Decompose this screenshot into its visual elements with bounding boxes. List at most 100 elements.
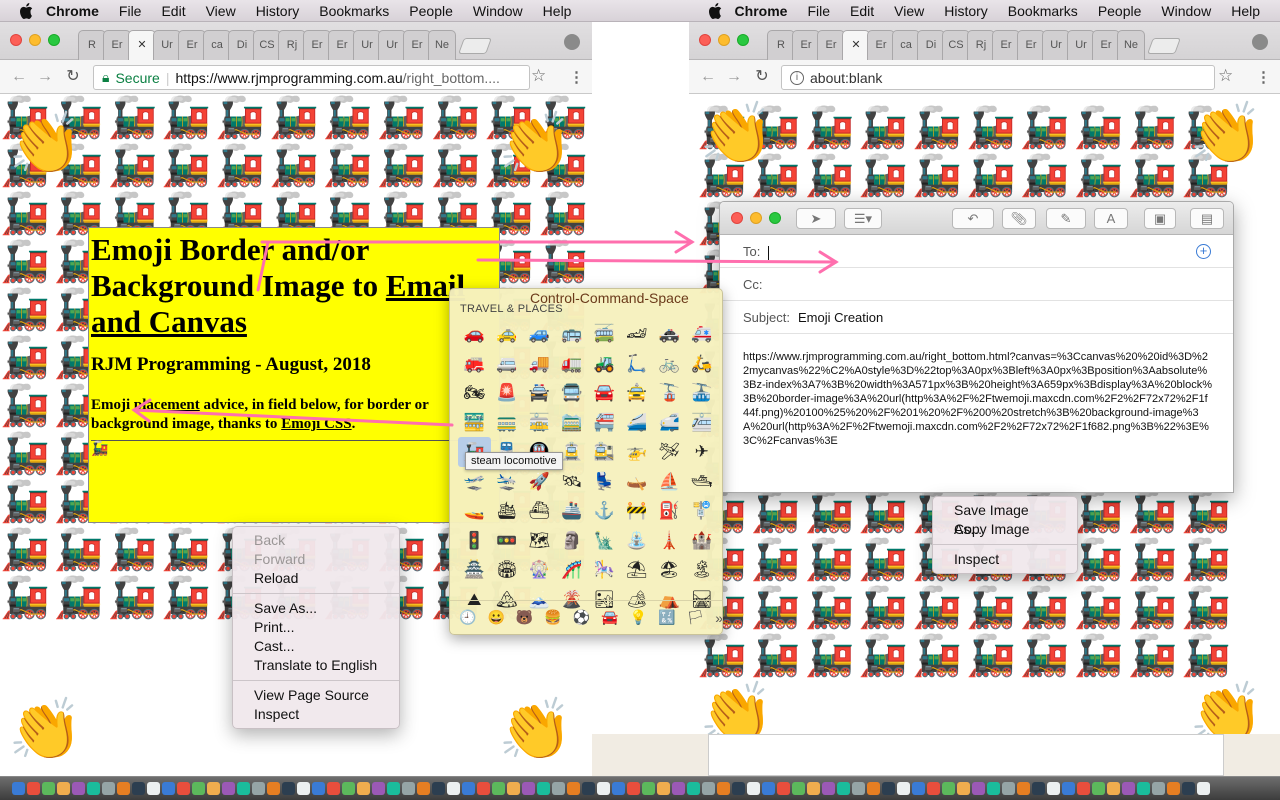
emoji-cell[interactable]: 🚌 bbox=[556, 319, 589, 349]
emoji-cell[interactable]: 🗼 bbox=[653, 526, 686, 556]
dock-app-icon[interactable] bbox=[747, 782, 760, 795]
dock-app-icon[interactable] bbox=[597, 782, 610, 795]
emoji-cell[interactable]: ⛴ bbox=[523, 496, 556, 526]
forward-arrow-icon[interactable]: → bbox=[36, 68, 54, 86]
dock-app-icon[interactable] bbox=[957, 782, 970, 795]
emoji-cell[interactable]: 🚢 bbox=[556, 496, 589, 526]
emoji-cell[interactable]: ⚓ bbox=[588, 496, 621, 526]
emoji-cell[interactable]: ⛵ bbox=[653, 467, 686, 497]
view-page-source-item[interactable]: View Page Source bbox=[233, 686, 399, 705]
tab[interactable]: Er bbox=[303, 30, 331, 60]
save-as-item[interactable]: Save As... bbox=[233, 599, 399, 618]
emoji-cell[interactable]: 🚛 bbox=[556, 349, 589, 379]
dock-app-icon[interactable] bbox=[762, 782, 775, 795]
dock-app-icon[interactable] bbox=[327, 782, 340, 795]
category-icon[interactable]: » bbox=[715, 610, 722, 626]
dock-app-icon[interactable] bbox=[912, 782, 925, 795]
dock-app-icon[interactable] bbox=[57, 782, 70, 795]
menu-file[interactable]: File bbox=[119, 3, 142, 19]
dock-app-icon[interactable] bbox=[147, 782, 160, 795]
emoji-cell[interactable]: 🚤 bbox=[458, 496, 491, 526]
dock-app-icon[interactable] bbox=[1122, 782, 1135, 795]
dock-app-icon[interactable] bbox=[132, 782, 145, 795]
category-icon[interactable]: 🔣 bbox=[658, 609, 675, 626]
close-window-button[interactable] bbox=[699, 34, 711, 46]
emoji-cell[interactable]: 🚏 bbox=[686, 496, 719, 526]
category-icon[interactable]: 😀 bbox=[487, 609, 504, 626]
dock-app-icon[interactable] bbox=[717, 782, 730, 795]
menu-window[interactable]: Window bbox=[1161, 3, 1211, 19]
emoji-cell[interactable]: 🏰 bbox=[686, 526, 719, 556]
tab[interactable]: Er bbox=[992, 30, 1020, 60]
menu-help[interactable]: Help bbox=[1231, 3, 1260, 19]
format-icon[interactable]: A bbox=[1094, 208, 1128, 229]
dock-app-icon[interactable] bbox=[987, 782, 1000, 795]
dock-app-icon[interactable] bbox=[1137, 782, 1150, 795]
emoji-cell[interactable]: 🚥 bbox=[491, 526, 524, 556]
category-icon[interactable]: 🍔 bbox=[544, 609, 561, 626]
reload-icon[interactable]: ↻ bbox=[753, 68, 771, 86]
dock-app-icon[interactable] bbox=[1167, 782, 1180, 795]
category-icon[interactable]: 🚘 bbox=[601, 609, 618, 626]
emoji-cell[interactable]: 🚘 bbox=[588, 378, 621, 408]
dock-app-icon[interactable] bbox=[417, 782, 430, 795]
minimize-window-button[interactable] bbox=[718, 34, 730, 46]
profile-icon[interactable] bbox=[1252, 34, 1268, 50]
emoji-cell[interactable]: 🏯 bbox=[458, 555, 491, 585]
menu-history[interactable]: History bbox=[256, 3, 300, 19]
tab[interactable]: CS bbox=[942, 30, 970, 60]
tab[interactable]: Ur bbox=[153, 30, 181, 60]
zoom-window-button[interactable] bbox=[48, 34, 60, 46]
reply-icon[interactable]: ↶ bbox=[952, 208, 994, 229]
tab[interactable]: Er bbox=[403, 30, 431, 60]
dock-app-icon[interactable] bbox=[357, 782, 370, 795]
dock-app-icon[interactable] bbox=[732, 782, 745, 795]
emoji-cell[interactable]: ⛽ bbox=[653, 496, 686, 526]
new-tab-button[interactable] bbox=[458, 38, 492, 54]
emoji-cell[interactable]: 🚈 bbox=[686, 408, 719, 438]
tab[interactable]: Rj bbox=[967, 30, 995, 60]
back-arrow-icon[interactable]: ← bbox=[10, 68, 28, 86]
dock-app-icon[interactable] bbox=[177, 782, 190, 795]
emoji-cell[interactable]: 🏍 bbox=[458, 378, 491, 408]
tab[interactable]: CS bbox=[253, 30, 281, 60]
tab[interactable]: Er bbox=[1017, 30, 1045, 60]
emoji-cell[interactable]: 🚡 bbox=[653, 378, 686, 408]
tab[interactable]: Ur bbox=[1042, 30, 1070, 60]
dock-app-icon[interactable] bbox=[582, 782, 595, 795]
emoji-cell[interactable]: 🎠 bbox=[588, 555, 621, 585]
dock-app-icon[interactable] bbox=[1197, 782, 1210, 795]
markup-icon[interactable]: ✎ bbox=[1046, 208, 1086, 229]
menu-kebab-icon[interactable]: ⋮ bbox=[569, 68, 584, 86]
dock-app-icon[interactable] bbox=[192, 782, 205, 795]
tab[interactable]: Di bbox=[228, 30, 256, 60]
emoji-cell[interactable]: 🛳 bbox=[491, 496, 524, 526]
reload-icon[interactable]: ↻ bbox=[64, 68, 82, 86]
emoji-css-link[interactable]: Emoji CSS bbox=[281, 416, 351, 432]
tab[interactable]: ca bbox=[203, 30, 231, 60]
tab[interactable]: Di bbox=[917, 30, 945, 60]
menu-file[interactable]: File bbox=[807, 3, 830, 19]
emoji-cell[interactable]: 🚙 bbox=[523, 319, 556, 349]
menu-view[interactable]: View bbox=[894, 3, 924, 19]
emoji-cell[interactable]: 🏖 bbox=[653, 555, 686, 585]
dock-app-icon[interactable] bbox=[342, 782, 355, 795]
translate-item[interactable]: Translate to English bbox=[233, 656, 399, 675]
dock-app-icon[interactable] bbox=[492, 782, 505, 795]
dock-app-icon[interactable] bbox=[447, 782, 460, 795]
menu-people[interactable]: People bbox=[1098, 3, 1142, 19]
category-icon[interactable]: 🏳 bbox=[687, 609, 705, 626]
category-icon[interactable]: 🕘 bbox=[459, 609, 476, 626]
emoji-cell[interactable]: 🎢 bbox=[556, 555, 589, 585]
dock-app-icon[interactable] bbox=[507, 782, 520, 795]
send-icon[interactable]: ➤ bbox=[796, 208, 836, 229]
dock-app-icon[interactable] bbox=[867, 782, 880, 795]
dock-app-icon[interactable] bbox=[612, 782, 625, 795]
dock-app-icon[interactable] bbox=[222, 782, 235, 795]
dock-app-icon[interactable] bbox=[402, 782, 415, 795]
tab[interactable]: Ne bbox=[1117, 30, 1145, 60]
dock-app-icon[interactable] bbox=[777, 782, 790, 795]
cc-row[interactable]: Cc: bbox=[720, 268, 1233, 301]
dock-app-icon[interactable] bbox=[552, 782, 565, 795]
emoji-cell[interactable]: 💺 bbox=[588, 467, 621, 497]
